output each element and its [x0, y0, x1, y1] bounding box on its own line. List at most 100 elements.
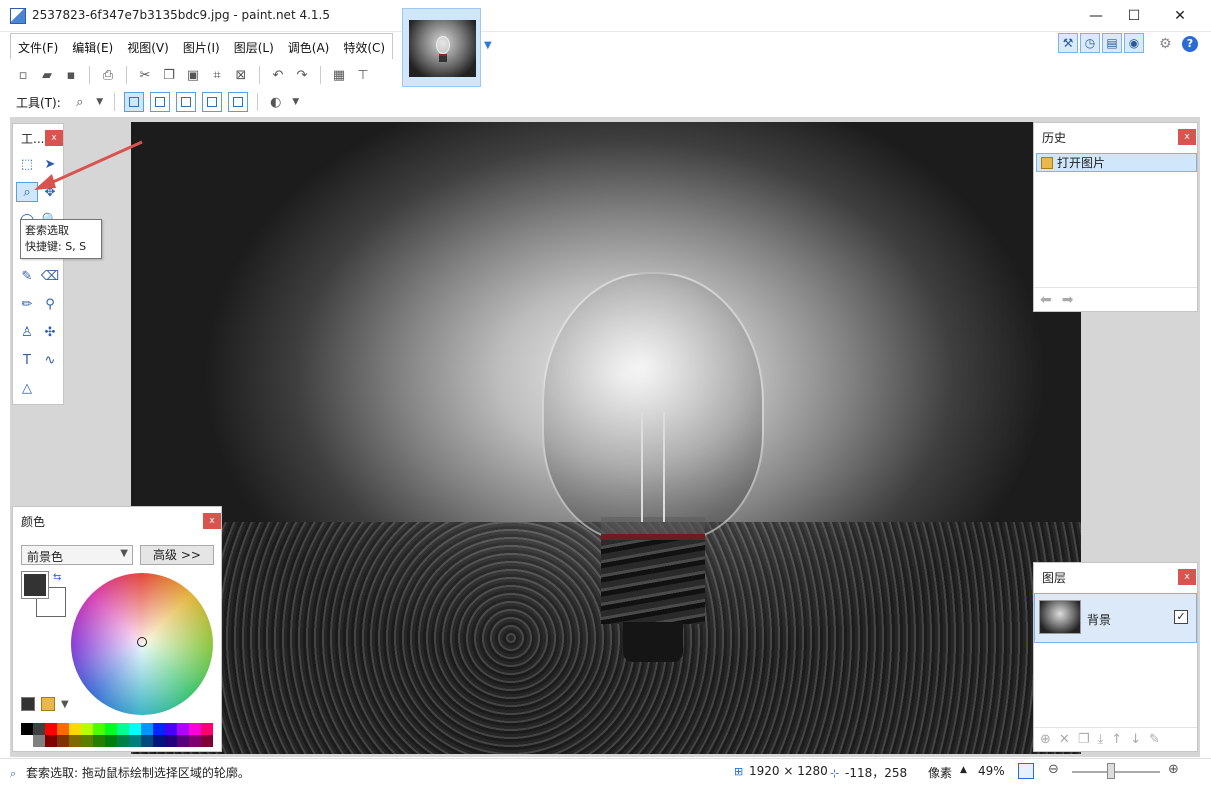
clone-stamp-tool-icon[interactable]: ♙ [16, 322, 38, 342]
palette-menu-icon[interactable] [41, 697, 55, 711]
settings-gear-icon[interactable]: ⚙ [1159, 36, 1175, 52]
tooltip-shortcut: 快捷键: S, S [25, 240, 87, 253]
color-palette[interactable] [21, 723, 213, 747]
unit-selector[interactable]: 像素 [928, 764, 952, 781]
antialiasing-dropdown-arrow-icon[interactable]: ▼ [291, 93, 301, 111]
open-image-history-icon [1041, 156, 1053, 169]
history-item[interactable]: 打开图片 [1036, 153, 1197, 172]
save-icon[interactable]: ▪ [62, 66, 80, 84]
primary-color-swatch[interactable] [21, 571, 49, 599]
title-bar: 2537823-6f347e7b3135bdc9.jpg - paint.net… [0, 0, 1211, 32]
redo-icon[interactable]: ↷ [293, 66, 311, 84]
colors-panel-close-button[interactable]: x [203, 513, 221, 529]
layers-panel-close-button[interactable]: x [1178, 569, 1196, 585]
menu-file[interactable]: 文件(F) [11, 34, 65, 60]
cut-icon[interactable]: ✂ [136, 66, 154, 84]
cursor-position-icon: ⊹ [830, 766, 840, 780]
pencil-tool-icon[interactable]: ✏ [16, 294, 38, 314]
color-target-select[interactable]: 前景色 ▼ [21, 545, 133, 565]
annotation-arrow [34, 140, 143, 190]
zoom-slider-thumb[interactable] [1107, 763, 1115, 779]
colors-panel: 颜色 x 前景色 ▼ 高级 >> ⇆ ▼ [12, 506, 222, 752]
zoom-level[interactable]: 49% [978, 764, 1005, 778]
tool-dropdown-arrow-icon[interactable]: ▼ [95, 93, 105, 111]
open-file-icon[interactable]: ▰ [38, 66, 56, 84]
image-tab-thumbnail[interactable] [402, 8, 481, 87]
line-curve-tool-icon[interactable]: ∿ [39, 350, 61, 370]
duplicate-layer-icon[interactable]: ❐ [1078, 732, 1090, 747]
image-canvas[interactable] [131, 122, 1081, 754]
selection-mode-union[interactable] [149, 92, 170, 112]
zoom-in-icon[interactable]: ⊕ [1168, 762, 1179, 777]
advanced-colors-button[interactable]: 高级 >> [140, 545, 214, 565]
shapes-tool-icon[interactable]: △ [16, 378, 38, 398]
tools-window-toggle-icon[interactable]: ⚒ [1058, 33, 1078, 53]
unit-dropdown-arrow-icon[interactable]: ▲ [960, 765, 967, 775]
colors-window-toggle-icon[interactable]: ◉ [1124, 33, 1144, 53]
menu-effects[interactable]: 特效(C) [336, 34, 392, 60]
reset-colors-icon[interactable] [21, 697, 35, 711]
color-picker-tool-icon[interactable]: ⚲ [39, 294, 61, 314]
add-layer-icon[interactable]: ⊕ [1040, 732, 1051, 747]
menu-bar: 文件(F) 编辑(E) 视图(V) 图片(I) 图层(L) 调色(A) 特效(C… [10, 33, 394, 60]
image-list-dropdown-icon[interactable]: ▼ [484, 40, 492, 51]
selection-mode-replace[interactable] [123, 92, 144, 112]
grid-icon[interactable]: ▦ [330, 66, 348, 84]
selection-mode-exclude[interactable] [175, 92, 196, 112]
text-tool-icon[interactable]: T [16, 350, 38, 370]
undo-icon[interactable]: ↶ [269, 66, 287, 84]
layers-footer: ⊕ ✕ ❐ ⤓ ↑ ↓ ✎ [1034, 727, 1197, 751]
menu-image[interactable]: 图片(I) [176, 34, 227, 60]
zoom-to-window-icon[interactable] [1018, 763, 1034, 779]
maximize-button[interactable]: ☐ [1111, 0, 1157, 32]
history-undo-icon[interactable]: ⬅ [1040, 292, 1052, 308]
selection-mode-xor[interactable] [227, 92, 248, 112]
menu-layers[interactable]: 图层(L) [227, 34, 281, 60]
deselect-icon[interactable]: ⊠ [232, 66, 250, 84]
merge-layer-down-icon[interactable]: ⤓ [1097, 732, 1103, 747]
copy-icon[interactable]: ❐ [160, 66, 178, 84]
history-window-toggle-icon[interactable]: ◷ [1080, 33, 1100, 53]
layers-panel-title: 图层 [1042, 571, 1067, 585]
eraser-tool-icon[interactable]: ⌫ [39, 266, 61, 286]
status-hint: 套索选取: 拖动鼠标绘制选择区域的轮廓。 [26, 766, 250, 780]
color-wheel[interactable] [71, 573, 213, 715]
print-icon[interactable]: ⎙ [99, 66, 117, 84]
layer-visibility-checkbox[interactable]: ✓ [1174, 610, 1188, 624]
color-wheel-marker[interactable] [137, 637, 147, 647]
palette-controls: ▼ [21, 697, 69, 711]
help-icon[interactable]: ? [1182, 36, 1198, 52]
recolor-tool-icon[interactable]: ✣ [39, 322, 61, 342]
history-panel-close-button[interactable]: x [1178, 129, 1196, 145]
menu-edit[interactable]: 编辑(E) [65, 34, 120, 60]
move-layer-up-icon[interactable]: ↑ [1111, 732, 1122, 747]
zoom-slider-track[interactable] [1072, 771, 1160, 773]
image-size-icon: ⊞ [734, 765, 744, 778]
selection-mode-intersect[interactable] [201, 92, 222, 112]
toolbar-separator [113, 93, 115, 111]
toolbar-separator [126, 66, 127, 84]
new-file-icon[interactable]: ▫ [14, 66, 32, 84]
tool-options-bar: 工具(T): ⌕ ▼ ◐ ▼ [10, 90, 301, 114]
crop-to-selection-icon[interactable]: ⌗ [208, 66, 226, 84]
paintbrush-tool-icon[interactable]: ✎ [16, 266, 38, 286]
move-layer-down-icon[interactable]: ↓ [1130, 732, 1141, 747]
close-window-button[interactable]: ✕ [1157, 0, 1203, 32]
palette-dropdown-arrow-icon[interactable]: ▼ [61, 699, 69, 710]
menu-view[interactable]: 视图(V) [120, 34, 176, 60]
history-footer: ⬅ ➡ [1034, 287, 1197, 311]
delete-layer-icon[interactable]: ✕ [1059, 732, 1070, 747]
zoom-out-icon[interactable]: ⊖ [1048, 762, 1059, 777]
paste-icon[interactable]: ▣ [184, 66, 202, 84]
ruler-icon[interactable]: ⊤ [354, 66, 372, 84]
swap-colors-icon[interactable]: ⇆ [53, 572, 61, 583]
current-tool-lasso-icon[interactable]: ⌕ [71, 93, 89, 111]
canvas-bulb-tip [623, 622, 683, 662]
history-redo-icon[interactable]: ➡ [1062, 292, 1074, 308]
antialiasing-icon[interactable]: ◐ [267, 93, 285, 111]
toolbar-separator [256, 93, 258, 111]
layer-properties-icon[interactable]: ✎ [1149, 732, 1160, 747]
layer-row[interactable]: 背景 ✓ [1034, 593, 1197, 643]
menu-adjustments[interactable]: 调色(A) [281, 34, 337, 60]
layers-window-toggle-icon[interactable]: ▤ [1102, 33, 1122, 53]
